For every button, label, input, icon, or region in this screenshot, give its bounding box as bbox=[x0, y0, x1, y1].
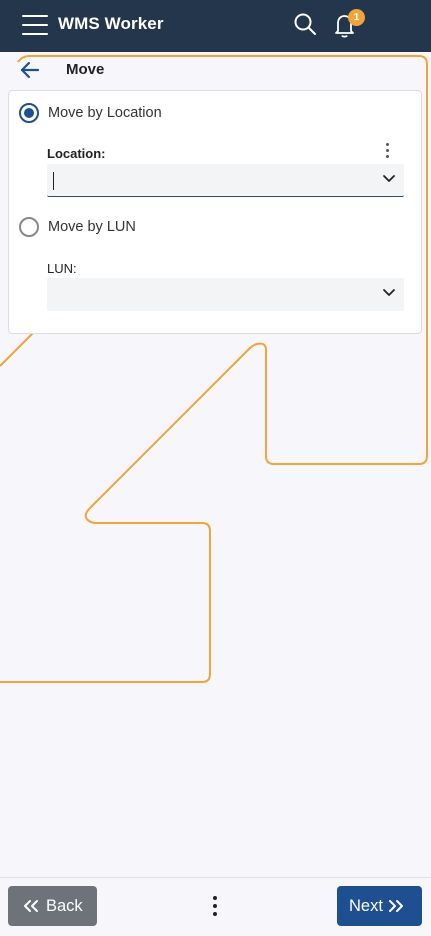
radio-button-checked[interactable] bbox=[19, 103, 39, 123]
radio-move-by-location[interactable]: Move by Location bbox=[19, 103, 162, 123]
top-bar: WMS Worker 1 bbox=[0, 0, 431, 52]
move-options-card: Move by Location Location: Move by LUN L… bbox=[8, 90, 422, 334]
radio-label-location: Move by Location bbox=[48, 105, 162, 121]
back-arrow-icon[interactable] bbox=[18, 59, 42, 81]
footer-bar: Back Next bbox=[0, 877, 431, 936]
app-title: WMS Worker bbox=[58, 14, 164, 33]
radio-label-lun: Move by LUN bbox=[48, 219, 136, 235]
location-field-label: Location: bbox=[47, 146, 106, 161]
double-chevron-left-icon bbox=[24, 900, 38, 912]
back-button[interactable]: Back bbox=[8, 886, 97, 926]
menu-icon[interactable] bbox=[22, 15, 48, 35]
text-cursor bbox=[53, 172, 54, 190]
radio-button-unchecked[interactable] bbox=[19, 217, 39, 237]
search-icon[interactable] bbox=[292, 11, 318, 37]
next-button-label: Next bbox=[349, 896, 383, 915]
notification-badge: 1 bbox=[348, 9, 365, 26]
page-title: Move bbox=[66, 61, 105, 78]
more-options-icon[interactable] bbox=[211, 896, 219, 920]
double-chevron-right-icon bbox=[388, 900, 403, 912]
chevron-down-icon[interactable] bbox=[382, 174, 396, 184]
lun-field-label: LUN: bbox=[47, 261, 77, 276]
next-button[interactable]: Next bbox=[337, 886, 422, 926]
lun-select[interactable] bbox=[47, 278, 404, 311]
field-more-icon[interactable] bbox=[381, 143, 393, 161]
location-select[interactable] bbox=[47, 164, 404, 197]
app-root: WMS Worker 1 Move Move by Location Locat… bbox=[0, 0, 431, 936]
radio-move-by-lun[interactable]: Move by LUN bbox=[19, 217, 136, 237]
back-button-label: Back bbox=[46, 896, 83, 915]
chevron-down-icon[interactable] bbox=[382, 288, 396, 298]
